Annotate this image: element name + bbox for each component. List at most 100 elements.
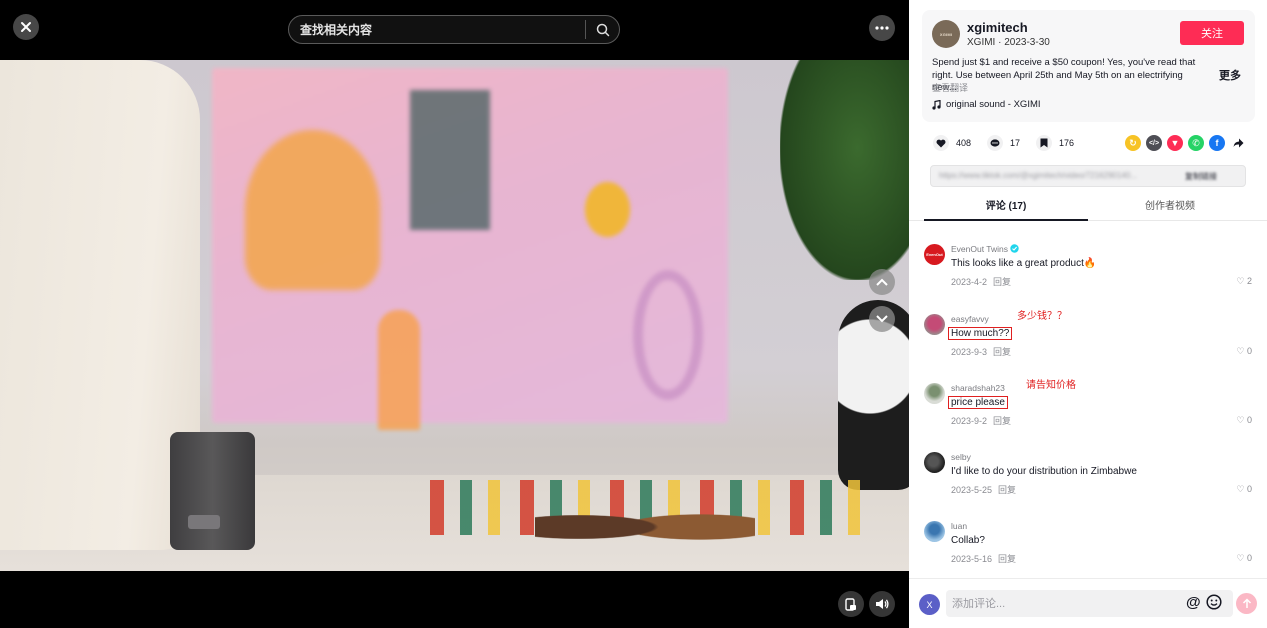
comment-meta: 2023-5-25 回复	[951, 483, 1016, 496]
heart-icon	[933, 135, 949, 151]
tab-creator-videos[interactable]: 创作者视频	[1088, 196, 1252, 221]
plant	[780, 60, 909, 280]
current-user-avatar[interactable]: X	[919, 594, 940, 615]
commenter-avatar[interactable]	[924, 452, 945, 473]
video-player[interactable]	[0, 0, 909, 628]
comment-item: luan Collab? 2023-5-16 回复 ♡ 0	[909, 521, 1267, 581]
panel-tabs: 评论 (17) 创作者视频	[909, 196, 1267, 221]
more-options-button[interactable]	[869, 15, 895, 41]
save-button[interactable]: 176	[1036, 135, 1074, 151]
projected-rings	[633, 270, 703, 400]
author-subtitle: XGIMI · 2023-3-30	[967, 37, 1050, 48]
search-input[interactable]	[289, 16, 585, 43]
commenter-avatar[interactable]	[924, 383, 945, 404]
comment-count: 17	[1010, 138, 1021, 148]
chevron-down-icon	[876, 315, 888, 323]
close-button[interactable]	[13, 14, 39, 40]
video-link-box[interactable]: https://www.tiktok.com/@xgimitech/video/…	[930, 165, 1246, 187]
comment-meta: 2023-9-2 回复	[951, 414, 1011, 427]
comment-like-button[interactable]: ♡ 2	[1236, 276, 1252, 287]
facebook-icon[interactable]: f	[1209, 135, 1225, 151]
follow-button[interactable]: 关注	[1180, 21, 1244, 45]
projector-device	[170, 432, 255, 550]
send-to-friend-icon[interactable]: ▼	[1167, 135, 1183, 151]
search-bar[interactable]	[288, 15, 620, 44]
comment-text: I'd like to do your distribution in Zimb…	[951, 466, 1137, 477]
comment-item: easyfavvy 多少钱？？ How much?? 2023-9-3 回复 ♡ …	[909, 311, 1267, 374]
comment-like-button[interactable]: ♡ 0	[1236, 553, 1252, 564]
commenter-name[interactable]: selby	[951, 452, 971, 462]
arrow-up-icon	[1242, 598, 1251, 608]
projector-lens	[188, 515, 220, 529]
copy-link-button[interactable]: 复制链接	[1185, 171, 1217, 182]
comment-text: Collab?	[951, 535, 985, 546]
next-video-button[interactable]	[869, 306, 895, 332]
comment-like-button[interactable]: ♡ 0	[1236, 415, 1252, 426]
mention-button[interactable]: @	[1186, 594, 1201, 611]
share-arrow-icon[interactable]	[1230, 135, 1246, 151]
commenter-name[interactable]: sharadshah23	[951, 383, 1005, 393]
comment-item: selby I'd like to do your distribution i…	[909, 452, 1267, 512]
search-button[interactable]	[586, 16, 619, 43]
chevron-up-icon	[876, 278, 888, 286]
translate-link[interactable]: 查看翻译	[932, 81, 968, 94]
side-panel: XGIMI xgimitech XGIMI · 2023-3-30 关注 Spe…	[909, 0, 1267, 628]
previous-video-button[interactable]	[869, 269, 895, 295]
author-avatar[interactable]: XGIMI	[932, 20, 960, 48]
comment-field[interactable]: @	[946, 590, 1233, 617]
comment-like-button[interactable]: ♡ 0	[1236, 484, 1252, 495]
close-icon	[21, 22, 31, 32]
author-name[interactable]: xgimitech	[967, 20, 1028, 35]
commenter-name[interactable]: EvenOut Twins	[951, 244, 1020, 254]
whatsapp-icon[interactable]: ✆	[1188, 135, 1204, 151]
commenter-avatar[interactable]: EvenOut	[924, 244, 945, 265]
picture-in-picture-button[interactable]	[838, 591, 864, 617]
engagement-stats: 408 17 176	[933, 135, 1090, 151]
more-button[interactable]: 更多	[1219, 67, 1241, 83]
comment-item: EvenOut EvenOut Twins This looks like a …	[909, 244, 1267, 304]
like-button[interactable]: 408	[933, 135, 971, 151]
comment-like-button[interactable]: ♡ 0	[1236, 346, 1252, 357]
reply-button[interactable]: 回复	[993, 347, 1011, 357]
comment-text: This looks like a great product🔥	[951, 258, 1097, 269]
comment-icon	[987, 135, 1004, 151]
video-description: Spend just $1 and receive a $50 coupon! …	[932, 57, 1196, 93]
comment-item: sharadshah23 请告知价格 price please 2023-9-2…	[909, 380, 1267, 443]
volume-button[interactable]	[869, 591, 895, 617]
bookmark-icon	[1036, 135, 1053, 151]
send-comment-button[interactable]	[1236, 593, 1257, 614]
projected-figure	[245, 130, 380, 290]
reply-button[interactable]: 回复	[998, 554, 1016, 564]
emoji-icon	[1206, 594, 1222, 610]
commenter-name[interactable]: luan	[951, 521, 967, 531]
commenter-name-text: EvenOut Twins	[951, 244, 1009, 254]
repost-icon[interactable]: ↻	[1125, 135, 1141, 151]
embed-icon[interactable]: </>	[1146, 135, 1162, 151]
commenter-avatar[interactable]	[924, 521, 945, 542]
projected-doorway	[410, 90, 490, 230]
projected-pillar	[378, 310, 420, 430]
speaker-icon	[876, 599, 889, 609]
reply-button[interactable]: 回复	[993, 416, 1011, 426]
toy-animals	[535, 500, 755, 545]
comment-text: How much??	[948, 327, 1013, 340]
sound-name: original sound - XGIMI	[946, 99, 1041, 110]
sound-link[interactable]: original sound - XGIMI	[932, 99, 1041, 110]
comment-meta: 2023-4-2 回复	[951, 275, 1011, 288]
tab-comments[interactable]: 评论 (17)	[924, 196, 1088, 221]
comment-meta: 2023-5-16 回复	[951, 552, 1016, 565]
reply-button[interactable]: 回复	[998, 485, 1016, 495]
comment-like-count: 2	[1246, 276, 1252, 286]
comment-button[interactable]: 17	[987, 135, 1020, 151]
translation-annotation: 请告知价格	[1026, 380, 1076, 391]
reply-button[interactable]: 回复	[993, 277, 1011, 287]
comment-date: 2023-9-3	[951, 347, 988, 357]
projected-toy	[585, 182, 630, 237]
music-note-icon	[932, 99, 941, 110]
video-frame[interactable]	[0, 60, 909, 571]
comment-input[interactable]	[946, 590, 1176, 617]
emoji-button[interactable]	[1206, 594, 1222, 615]
share-row: ↻ </> ▼ ✆ f	[1125, 135, 1246, 151]
commenter-name[interactable]: easyfavvy	[951, 314, 989, 324]
commenter-avatar[interactable]	[924, 314, 945, 335]
